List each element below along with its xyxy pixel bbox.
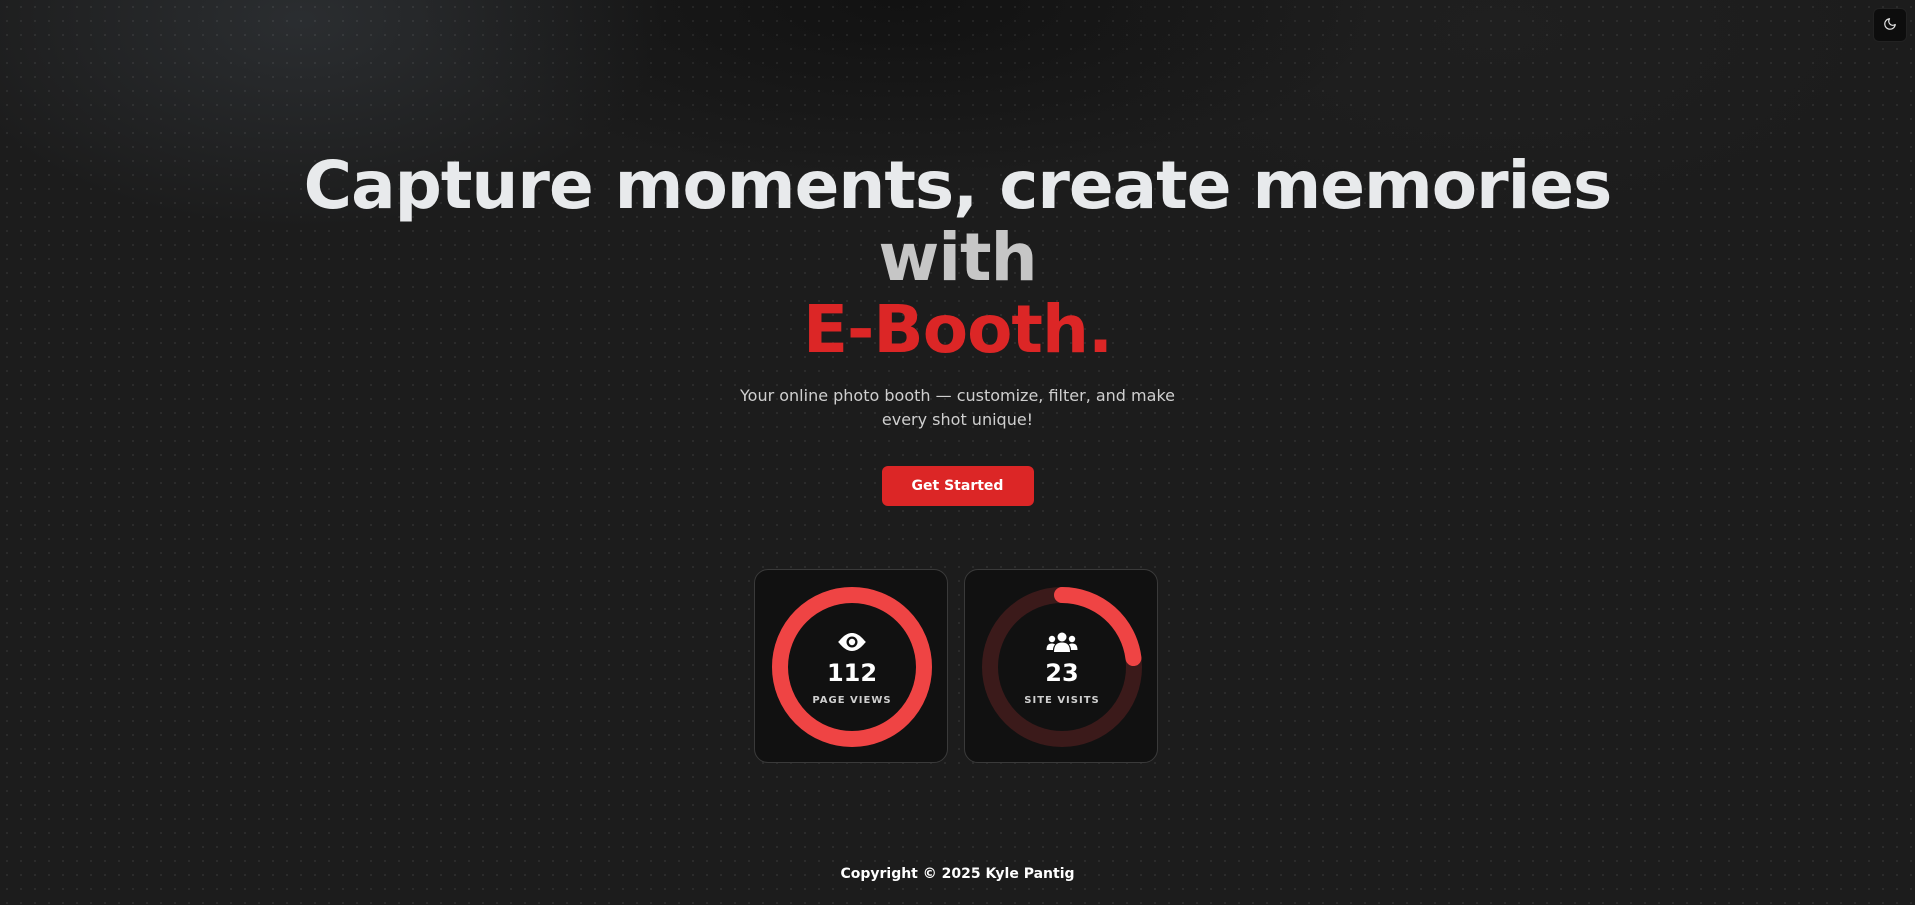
site-visits-label: SITE VISITS	[1024, 694, 1100, 706]
theme-toggle-button[interactable]	[1873, 8, 1907, 42]
brand-name: E-Booth.	[802, 291, 1113, 368]
get-started-button[interactable]: Get Started	[881, 466, 1034, 506]
page-views-label: PAGE VIEWS	[812, 694, 892, 706]
hero-subtitle: Your online photo booth — customize, fil…	[740, 386, 1175, 429]
eye-icon	[837, 629, 867, 655]
hero-section: Capture moments, create memories with E-…	[0, 150, 1915, 506]
footer-copyright: Copyright © 2025 Kyle Pantig	[840, 866, 1075, 882]
site-visits-card: 23 SITE VISITS	[964, 569, 1158, 763]
page-views-card: 112 PAGE VIEWS	[754, 569, 948, 763]
hero-headline: Capture moments, create memories with E-…	[0, 150, 1915, 366]
landing-page: Capture moments, create memories with E-…	[0, 0, 1915, 905]
stats-row: 112 PAGE VIEWS 23 SITE VISITS	[754, 569, 1158, 763]
page-views-value: 112	[826, 658, 878, 687]
moon-icon	[1883, 17, 1897, 34]
headline-line-2: with	[878, 219, 1037, 296]
site-visits-value: 23	[1045, 658, 1079, 687]
headline-line-1: Capture moments, create memories	[303, 147, 1613, 224]
users-icon	[1046, 629, 1078, 655]
